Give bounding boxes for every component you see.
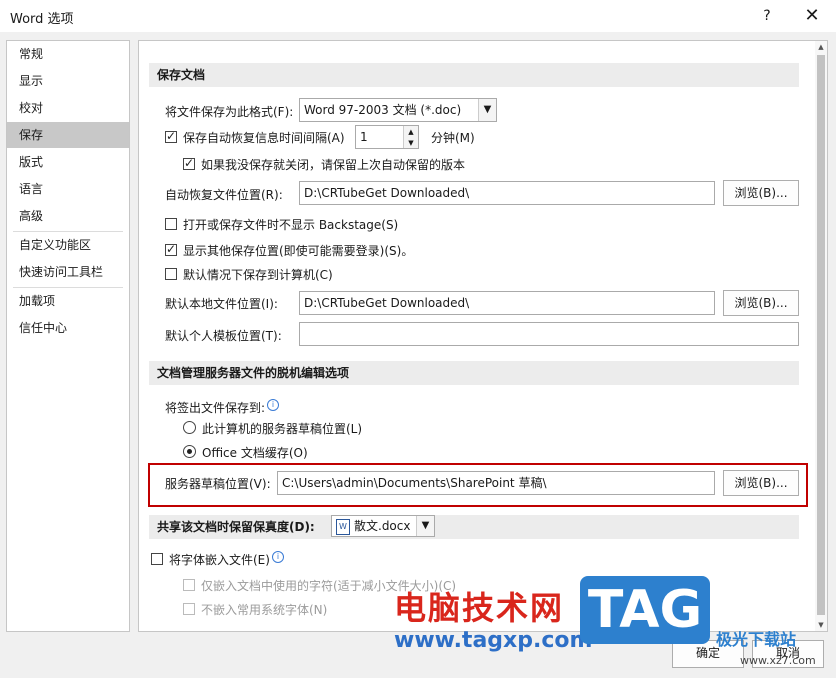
checkout-label: 将签出文件保存到: i <box>165 399 280 416</box>
scroll-thumb[interactable] <box>817 55 825 615</box>
sidebar-nav: 常规 显示 校对 保存 版式 语言 高级 自定义功能区 快速访问工具栏 加载项 … <box>6 40 130 632</box>
autorecover-checkbox[interactable] <box>165 129 177 143</box>
spin-down-icon[interactable]: ▼ <box>403 137 418 148</box>
chevron-down-icon[interactable]: ▼ <box>478 99 496 121</box>
section-fidelity: 共享该文档时保留保真度(D): <box>149 515 799 539</box>
watermark-tag-logo: TAG <box>580 576 710 644</box>
nav-item-advanced[interactable]: 高级 <box>7 203 129 229</box>
fidelity-document-value: 散文.docx <box>354 519 411 533</box>
info-icon: i <box>271 551 284 563</box>
autorecover-path-input[interactable]: D:\CRTubeGet Downloaded\ <box>299 181 715 205</box>
embed-fonts-checkbox[interactable] <box>151 553 163 565</box>
help-button[interactable]: ? <box>756 5 778 27</box>
save-to-computer-checkbox[interactable] <box>165 268 177 280</box>
nav-item-general[interactable]: 常规 <box>7 41 129 67</box>
default-local-path-label: 默认本地文件位置(I): <box>165 297 278 311</box>
server-drafts-radio[interactable] <box>183 421 196 434</box>
watermark-url: www.tagxp.com <box>394 628 593 653</box>
server-drafts-radio-label: 此计算机的服务器草稿位置(L) <box>202 422 363 436</box>
office-cache-radio-label: Office 文档缓存(O) <box>202 446 308 460</box>
nav-item-display[interactable]: 显示 <box>7 68 129 94</box>
autorecover-label: 保存自动恢复信息时间间隔(A) <box>183 131 345 145</box>
browse-autorecover-button[interactable]: 浏览(B)... <box>723 180 799 206</box>
watermark-site-name: 极光下载站 <box>716 630 797 649</box>
content-panel: 保存文档 将文件保存为此格式(F): Word 97-2003 文档 (*.do… <box>138 40 828 632</box>
format-label: 将文件保存为此格式(F): <box>165 105 294 119</box>
office-cache-radio[interactable] <box>183 445 196 458</box>
show-other-locations-checkbox[interactable] <box>165 242 177 256</box>
nav-item-customize-ribbon[interactable]: 自定义功能区 <box>7 232 129 258</box>
chevron-down-icon[interactable]: ▼ <box>416 516 434 536</box>
embed-fonts-label: 将字体嵌入文件(E) i <box>169 551 284 568</box>
nav-item-language[interactable]: 语言 <box>7 176 129 202</box>
default-local-path-input[interactable]: D:\CRTubeGet Downloaded\ <box>299 291 715 315</box>
no-common-fonts-checkbox[interactable] <box>183 603 195 615</box>
template-path-label: 默认个人模板位置(T): <box>165 329 282 343</box>
watermark-title: 电脑技术网 <box>394 589 565 627</box>
nav-item-trust-center[interactable]: 信任中心 <box>7 315 129 341</box>
nav-item-layout[interactable]: 版式 <box>7 149 129 175</box>
keep-last-version-label: 如果我没保存就关闭，请保留上次自动保留的版本 <box>201 158 466 172</box>
vertical-scrollbar[interactable]: ▲ ▼ <box>815 41 827 631</box>
no-backstage-label: 打开或保存文件时不显示 Backstage(S) <box>183 218 399 232</box>
no-common-fonts-label: 不嵌入常用系统字体(N) <box>201 603 328 617</box>
close-button[interactable]: ✕ <box>800 4 824 28</box>
word-document-icon: W <box>336 518 350 535</box>
autorecover-minutes-stepper[interactable]: 1 ▲ ▼ <box>355 125 419 149</box>
autorecover-minutes-value: 1 <box>360 130 368 144</box>
fidelity-document-select[interactable]: W 散文.docx ▼ <box>331 515 435 537</box>
scroll-up-icon[interactable]: ▲ <box>815 41 827 53</box>
section-save-documents: 保存文档 <box>149 63 799 87</box>
section-offline-editing: 文档管理服务器文件的脱机编辑选项 <box>149 361 799 385</box>
nav-item-quick-access[interactable]: 快速访问工具栏 <box>7 259 129 285</box>
format-value: Word 97-2003 文档 (*.doc) <box>304 103 462 117</box>
nav-item-proofing[interactable]: 校对 <box>7 95 129 121</box>
watermark-site-url: www.xz7.com <box>740 654 816 667</box>
embed-used-only-checkbox[interactable] <box>183 579 195 591</box>
keep-last-version-checkbox[interactable] <box>183 156 195 170</box>
autorecover-path-label: 自动恢复文件位置(R): <box>165 188 283 202</box>
nav-item-addins[interactable]: 加载项 <box>7 288 129 314</box>
no-backstage-checkbox[interactable] <box>165 218 177 230</box>
show-other-locations-label: 显示其他保存位置(即使可能需要登录)(S)。 <box>183 244 414 258</box>
window-title: Word 选项 <box>10 12 74 27</box>
title-bar <box>0 0 836 32</box>
highlight-annotation <box>148 463 808 507</box>
nav-item-save[interactable]: 保存 <box>7 122 129 148</box>
save-to-computer-label: 默认情况下保存到计算机(C) <box>183 268 333 282</box>
minutes-label: 分钟(M) <box>431 131 475 145</box>
info-icon: i <box>267 399 280 411</box>
template-path-input[interactable] <box>299 322 799 346</box>
browse-default-local-button[interactable]: 浏览(B)... <box>723 290 799 316</box>
format-select[interactable]: Word 97-2003 文档 (*.doc) ▼ <box>299 98 497 122</box>
